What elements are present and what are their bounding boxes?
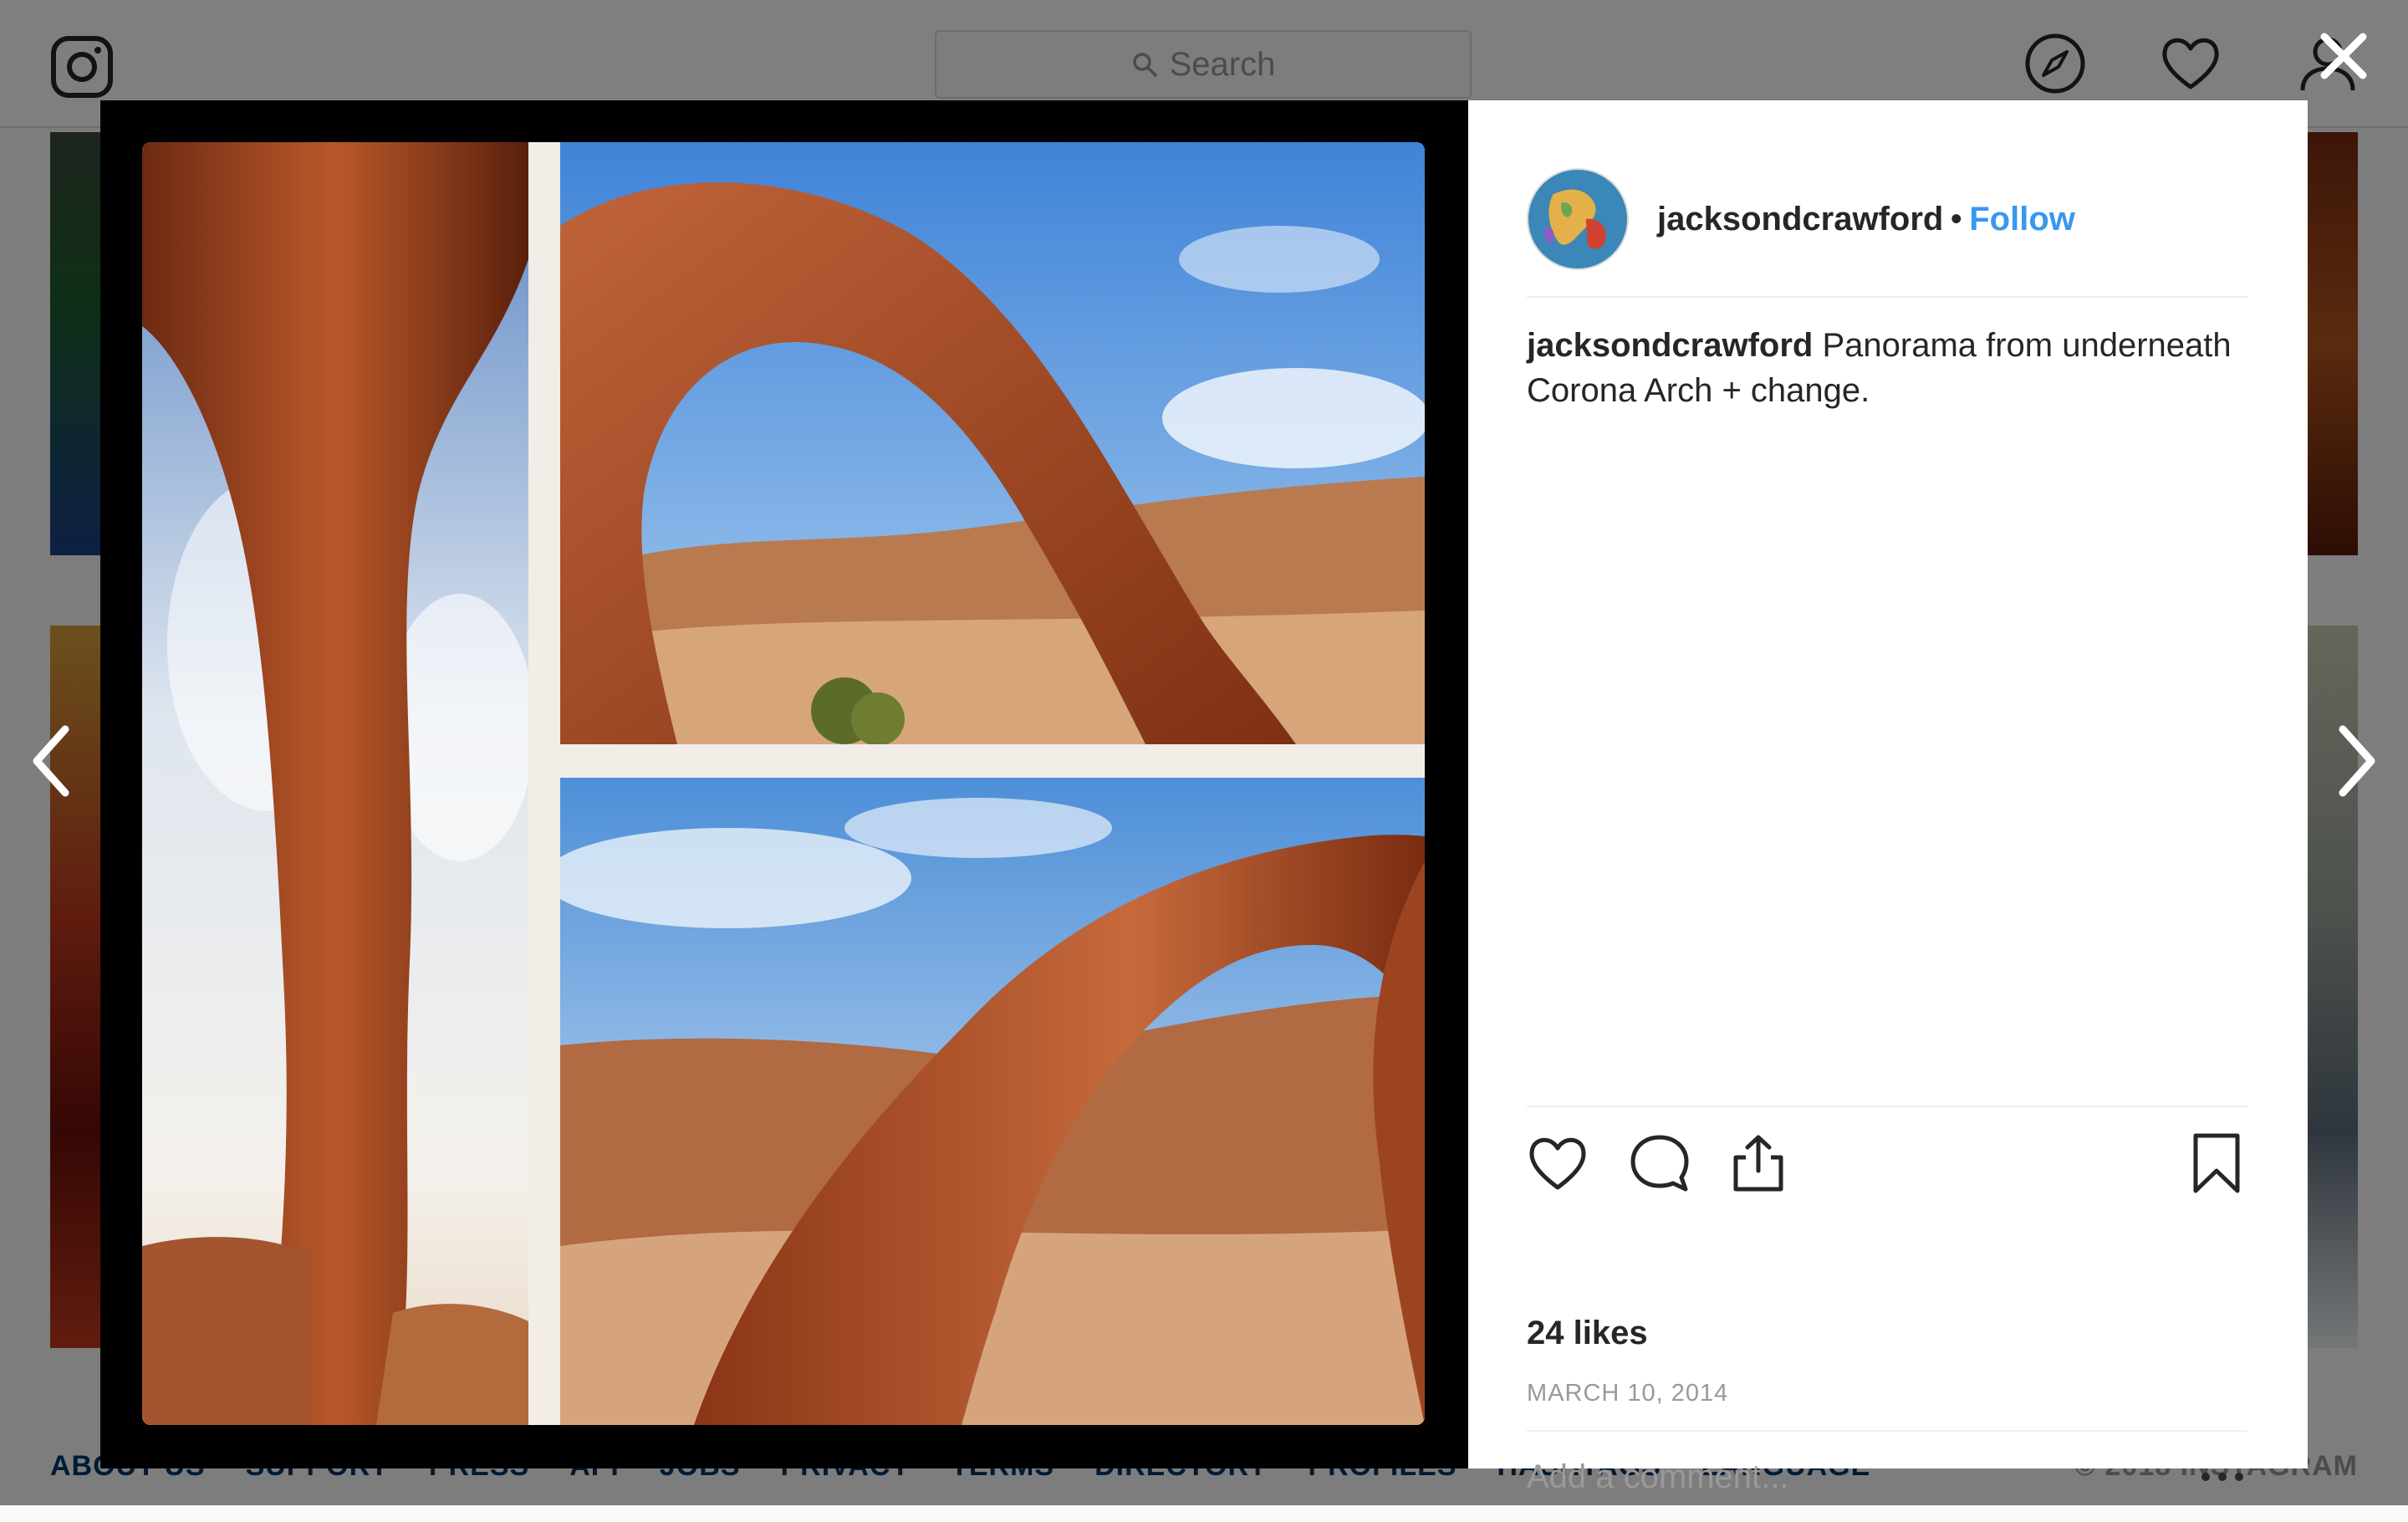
comment-input[interactable] — [1527, 1458, 2197, 1496]
more-options-icon[interactable] — [2197, 1467, 2247, 1487]
likes-count[interactable]: 24 likes — [1527, 1315, 1648, 1352]
post-media[interactable] — [100, 100, 1468, 1468]
post-header: jacksondcrawford • Follow — [1527, 147, 2247, 298]
comment-speech-bubble-icon[interactable] — [1629, 1132, 1691, 1194]
post-details-panel: jacksondcrawford • Follow jacksondcrawfo… — [1468, 100, 2308, 1496]
add-comment-bar — [1527, 1430, 2247, 1522]
close-icon[interactable] — [2318, 30, 2370, 82]
header-separator: • — [1950, 200, 1962, 237]
globe-avatar-image — [1528, 170, 1627, 268]
chevron-left-icon[interactable] — [25, 719, 75, 803]
photo-panel-top-right — [560, 142, 1425, 744]
save-bookmark-icon[interactable] — [2186, 1132, 2247, 1194]
post-author-username[interactable]: jacksondcrawford — [1657, 201, 1943, 237]
follow-button[interactable]: Follow — [1969, 201, 2075, 237]
post-date[interactable]: MARCH 10, 2014 — [1527, 1380, 1728, 1407]
post-modal: jacksondcrawford • Follow jacksondcrawfo… — [100, 100, 2308, 1496]
photo-panel-bottom-right — [560, 778, 1425, 1425]
post-actions-bar — [1527, 1106, 2247, 1198]
post-photo-collage — [142, 142, 1425, 1425]
caption-username[interactable]: jacksondcrawford — [1527, 327, 1813, 364]
post-caption: jacksondcrawford Panorama from underneat… — [1527, 323, 2247, 413]
photo-panel-left — [142, 142, 528, 1425]
avatar[interactable] — [1527, 168, 1629, 270]
share-icon[interactable] — [1727, 1132, 1789, 1194]
chevron-right-icon[interactable] — [2333, 719, 2383, 803]
like-heart-icon[interactable] — [1527, 1132, 1589, 1194]
